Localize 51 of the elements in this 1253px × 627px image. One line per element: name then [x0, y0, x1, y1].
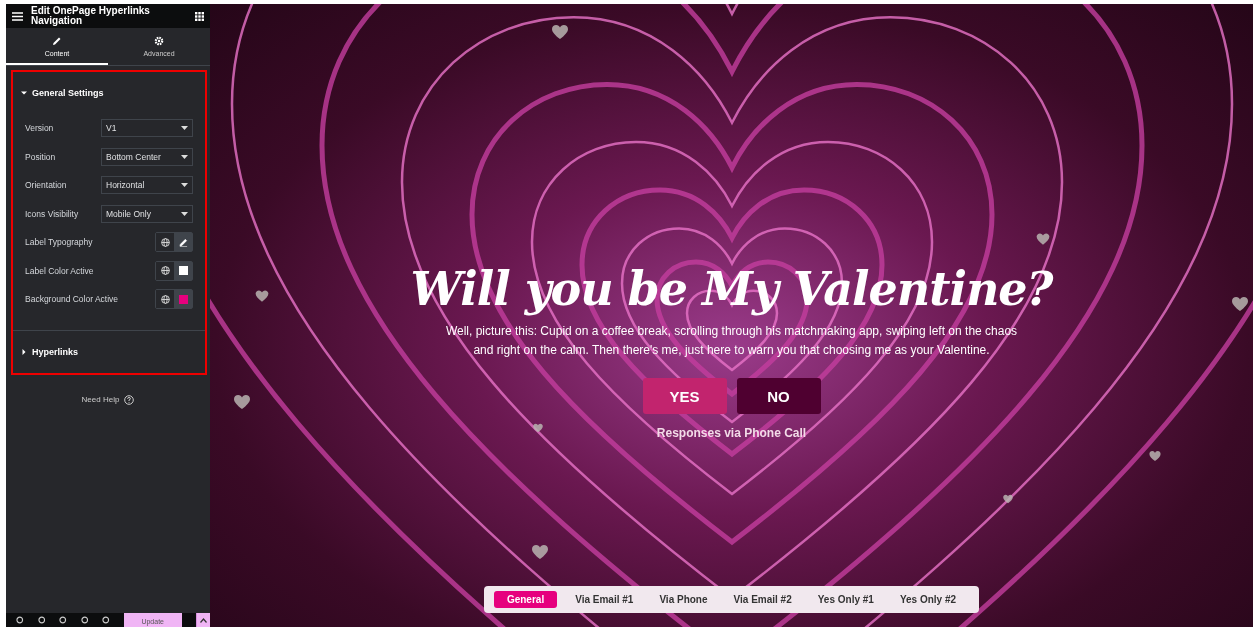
gear-icon [154, 36, 164, 46]
edit-button[interactable] [174, 233, 192, 252]
color-picker-button[interactable] [174, 290, 192, 309]
field-label: Label Typography [25, 237, 93, 248]
caret-icon [181, 154, 188, 159]
field-label: Version [25, 123, 54, 134]
nav-link[interactable]: Via Email #1 [562, 591, 647, 608]
select-field[interactable]: Horizontal [101, 176, 193, 195]
nav-link[interactable]: Via Email #2 [720, 591, 805, 608]
nav-link[interactable]: Yes Only #2 [886, 591, 970, 608]
help-link[interactable]: Need Help [81, 395, 120, 404]
toolbar-icon[interactable] [102, 616, 110, 624]
globe-icon [160, 294, 170, 304]
caption: Responses via Phone Call [656, 426, 807, 440]
panel-title: Edit OnePage Hyperlinks Navigation [31, 6, 151, 26]
caret-icon [181, 211, 188, 216]
section-header[interactable]: Hyperlinks [13, 330, 205, 373]
toolbar-icon[interactable] [37, 616, 46, 624]
select-field[interactable]: Bottom Center [101, 147, 193, 166]
grid-icon[interactable] [195, 11, 204, 21]
select-field[interactable]: Mobile Only [101, 204, 193, 223]
nav-link[interactable]: General [493, 591, 558, 608]
toolbar-icon[interactable] [80, 616, 89, 624]
color-picker-button[interactable] [174, 261, 192, 280]
options-button[interactable] [195, 613, 210, 627]
field-label: Background Color Active [25, 294, 119, 305]
chevron-up-icon [199, 617, 207, 623]
pencil-icon [52, 36, 62, 46]
caret-icon [21, 90, 27, 96]
globe-icon [160, 266, 170, 276]
answer-button[interactable]: YES [642, 378, 727, 414]
nav-link[interactable]: Via Phone [646, 591, 721, 608]
page-heading: Will you be My Valentine? [410, 262, 1053, 316]
intro-paragraph: Well, picture this: Cupid on a coffee break, scrolling through his matchmaking app, swiping left on the chaos and right on the calm. Then there's me, just here to warn you that choosing me as your Valentine. [444, 323, 1019, 359]
answer-button[interactable]: NO [736, 378, 821, 414]
caret-icon [181, 183, 188, 188]
section-header[interactable]: General Settings [13, 72, 205, 114]
select-field[interactable]: V1 [101, 119, 193, 138]
nav-link[interactable]: Yes Only #1 [804, 591, 887, 608]
pencil-icon [178, 237, 188, 247]
globe-icon [160, 237, 170, 247]
help-icon[interactable] [124, 394, 135, 405]
field-label: Icons Visibility [25, 208, 79, 219]
caret-icon [181, 126, 188, 131]
menu-icon[interactable] [12, 11, 23, 21]
caret-icon [21, 348, 27, 355]
toolbar-icon[interactable] [59, 616, 67, 624]
field-label: Orientation [25, 180, 67, 191]
field-label: Position [25, 151, 56, 162]
toolbar-icon[interactable] [16, 616, 24, 624]
field-label: Label Color Active [25, 265, 94, 276]
